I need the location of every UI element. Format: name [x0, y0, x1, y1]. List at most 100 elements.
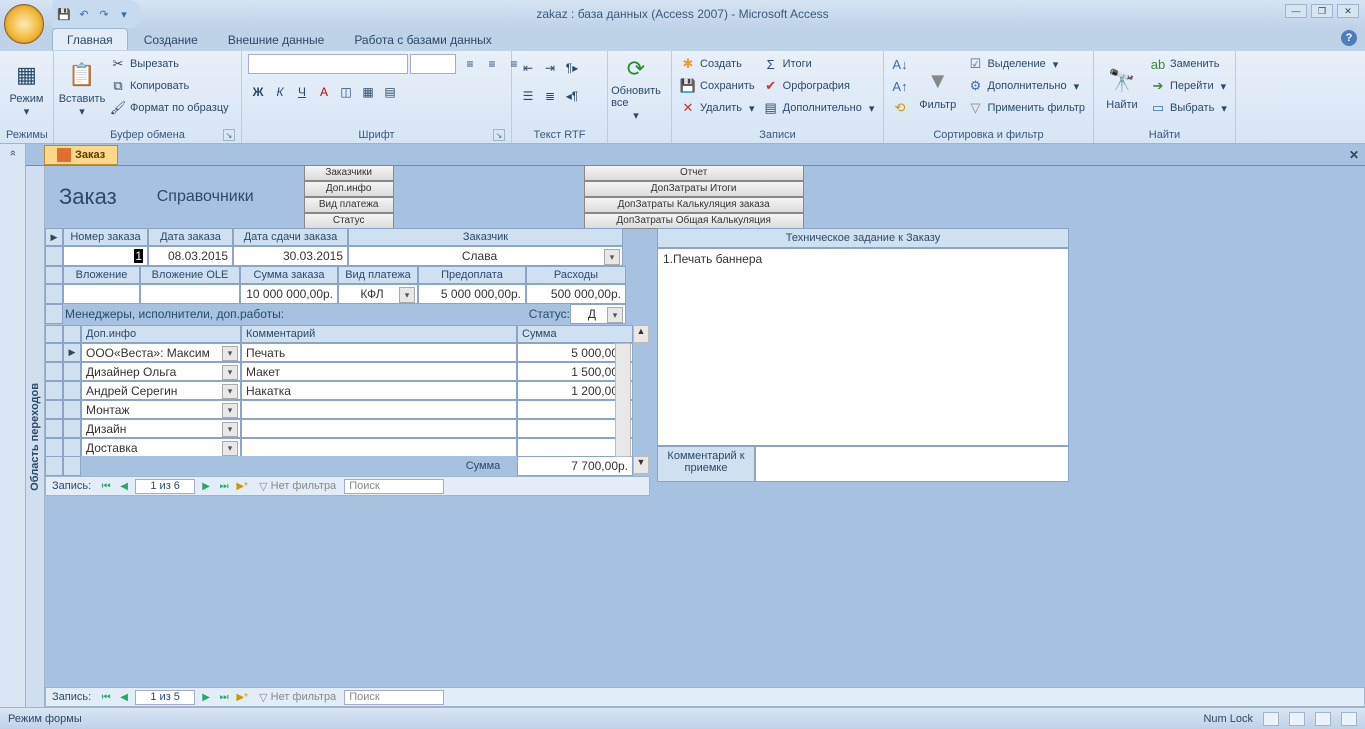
comment-field[interactable] — [241, 400, 517, 419]
sort-asc-button[interactable]: A↓ — [890, 54, 910, 74]
design-view-icon[interactable] — [1341, 712, 1357, 726]
comment-field[interactable]: Накатка — [241, 381, 517, 400]
advanced-filter-button[interactable]: ⚙Дополнительно ▾ — [965, 76, 1087, 96]
extra-info-button[interactable]: Доп.инфо — [304, 181, 394, 197]
minimize-button[interactable]: — — [1285, 4, 1307, 18]
font-name-combo[interactable] — [248, 54, 408, 74]
prev-record-button[interactable]: ◀ — [115, 692, 133, 703]
goto-button[interactable]: ➔Перейти ▾ — [1148, 76, 1229, 96]
save-record-button[interactable]: 💾Сохранить — [678, 76, 757, 96]
subform-scrollbar[interactable] — [615, 343, 631, 456]
font-color-button[interactable]: A — [314, 82, 334, 102]
extra-info-combo[interactable]: ООО«Веста»: Максим — [81, 343, 241, 362]
datasheet-view-icon[interactable] — [1289, 712, 1305, 726]
tab-create[interactable]: Создание — [130, 29, 212, 50]
attachment-field[interactable] — [63, 284, 140, 304]
gridlines-button[interactable]: ▦ — [358, 82, 378, 102]
italic-button[interactable]: К — [270, 82, 290, 102]
select-button[interactable]: ▭Выбрать ▾ — [1148, 98, 1229, 118]
first-record-button[interactable]: ⏮ — [97, 692, 115, 703]
redo-icon[interactable]: ↷ — [96, 6, 112, 22]
record-selector[interactable] — [45, 400, 63, 419]
new-record-button[interactable]: ✱Создать — [678, 54, 757, 74]
decrease-indent-button[interactable]: ⇤ — [518, 58, 538, 78]
filter-button[interactable]: ▼ Фильтр — [914, 54, 961, 122]
underline-button[interactable]: Ч — [292, 82, 312, 102]
format-painter-button[interactable]: 🖌Формат по образцу — [108, 98, 231, 118]
extra-cost-totals-button[interactable]: ДопЗатраты Итоги — [584, 181, 804, 197]
extra-info-combo[interactable]: Дизайнер Ольга — [81, 362, 241, 381]
align-left-button[interactable]: ≡ — [460, 54, 480, 74]
tab-database-tools[interactable]: Работа с базами данных — [340, 29, 505, 50]
font-size-combo[interactable] — [410, 54, 456, 74]
customer-combo[interactable]: Слава — [348, 246, 623, 266]
new-record-nav-button[interactable]: ▶* — [233, 692, 251, 703]
clear-sort-button[interactable]: ⟲ — [890, 98, 910, 118]
last-record-button[interactable]: ⏭ — [215, 692, 233, 703]
comment-field[interactable]: Макет — [241, 362, 517, 381]
alt-row-color-button[interactable]: ▤ — [380, 82, 400, 102]
tab-external-data[interactable]: Внешние данные — [214, 29, 339, 50]
help-icon[interactable]: ? — [1341, 30, 1357, 46]
dialog-launcher-icon[interactable]: ↘ — [493, 129, 505, 141]
scrollbar-up-icon[interactable]: ▲ — [633, 325, 649, 343]
record-counter[interactable]: 1 из 5 — [135, 690, 195, 705]
view-mode-button[interactable]: ▦ Режим▾ — [6, 54, 47, 122]
find-button[interactable]: 🔭 Найти — [1100, 54, 1144, 122]
sort-desc-button[interactable]: A↑ — [890, 76, 910, 96]
record-selector[interactable] — [45, 419, 63, 438]
due-date-field[interactable]: 30.03.2015 — [233, 246, 348, 266]
record-selector[interactable] — [45, 246, 63, 266]
undo-icon[interactable]: ↶ — [76, 6, 92, 22]
sub-record-selector[interactable]: ▶ — [63, 343, 81, 362]
copy-button[interactable]: ⧉Копировать — [108, 76, 231, 96]
last-record-button[interactable]: ⏭ — [215, 481, 233, 492]
extra-info-combo[interactable]: Доставка — [81, 438, 241, 456]
refresh-all-button[interactable]: ⟳ Обновить все▾ — [614, 54, 658, 122]
save-icon[interactable]: 💾 — [56, 6, 72, 22]
extra-info-combo[interactable]: Дизайн — [81, 419, 241, 438]
ltr-button[interactable]: ¶▸ — [562, 58, 582, 78]
sub-record-selector[interactable] — [63, 419, 81, 438]
record-selector[interactable] — [45, 438, 63, 456]
next-record-button[interactable]: ▶ — [197, 692, 215, 703]
search-box[interactable]: Поиск — [344, 690, 444, 705]
more-records-button[interactable]: ▤Дополнительно ▾ — [761, 98, 877, 118]
record-counter[interactable]: 1 из 6 — [135, 479, 195, 494]
sub-record-selector[interactable] — [63, 362, 81, 381]
sub-record-selector[interactable] — [63, 438, 81, 456]
extra-cost-order-calc-button[interactable]: ДопЗатраты Калькуляция заказа — [584, 197, 804, 213]
bold-button[interactable]: Ж — [248, 82, 268, 102]
layout-view-icon[interactable] — [1315, 712, 1331, 726]
align-center-button[interactable]: ≡ — [482, 54, 502, 74]
extra-info-combo[interactable]: Андрей Серегин — [81, 381, 241, 400]
record-selector[interactable] — [45, 381, 63, 400]
prev-record-button[interactable]: ◀ — [115, 481, 133, 492]
spelling-button[interactable]: ✔Орфография — [761, 76, 877, 96]
tab-home[interactable]: Главная — [52, 28, 128, 50]
sub-record-selector[interactable] — [63, 381, 81, 400]
number-list-button[interactable]: ≣ — [540, 86, 560, 106]
scrollbar-down-icon[interactable]: ▼ — [633, 456, 649, 474]
status-combo[interactable]: Д — [570, 304, 626, 324]
increase-indent-button[interactable]: ⇥ — [540, 58, 560, 78]
replace-button[interactable]: abЗаменить — [1148, 54, 1229, 74]
attachment-ole-field[interactable] — [140, 284, 240, 304]
comment-field[interactable]: Печать — [241, 343, 517, 362]
rtl-button[interactable]: ◂¶ — [562, 86, 582, 106]
extra-info-combo[interactable]: Монтаж — [81, 400, 241, 419]
report-button[interactable]: Отчет — [584, 166, 804, 181]
nav-pane-collapsed[interactable]: Область переходов — [26, 166, 45, 707]
qat-dropdown-icon[interactable]: ▾ — [116, 6, 132, 22]
expenses-field[interactable]: 500 000,00р. — [526, 284, 626, 304]
sub-record-selector[interactable] — [63, 400, 81, 419]
comment-field[interactable] — [241, 438, 517, 456]
shutter-bar[interactable]: » — [0, 144, 26, 707]
new-record-nav-button[interactable]: ▶* — [233, 481, 251, 492]
record-selector[interactable]: ▶ — [45, 228, 63, 246]
status-button[interactable]: Статус — [304, 213, 394, 229]
acceptance-comment-field[interactable] — [755, 446, 1069, 482]
restore-button[interactable]: ❐ — [1311, 4, 1333, 18]
totals-button[interactable]: ΣИтоги — [761, 54, 877, 74]
form-view-icon[interactable] — [1263, 712, 1279, 726]
